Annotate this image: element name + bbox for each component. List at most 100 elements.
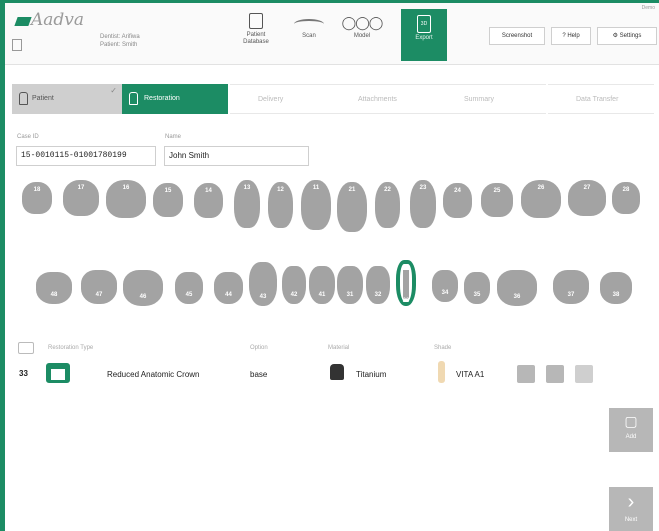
dentist-label: Dentist: Arifiwa: [100, 34, 140, 40]
demo-label: Demo: [641, 5, 655, 11]
name-field[interactable]: John Smith: [164, 146, 309, 166]
folder-icon[interactable]: [18, 342, 34, 354]
tooth-31[interactable]: 31: [337, 266, 363, 304]
logo-mark-icon: [14, 17, 32, 26]
check-icon: ✓: [110, 86, 117, 95]
tooth-number: 28: [622, 187, 630, 193]
tooth-12[interactable]: 12: [268, 182, 293, 228]
tooth-17[interactable]: 17: [63, 180, 99, 216]
tooth-18[interactable]: 18: [22, 182, 52, 214]
tab-data-transfer[interactable]: Data Transfer: [548, 84, 654, 114]
scan-button[interactable]: Scan: [286, 9, 332, 61]
patient-info: Dentist: Arifiwa Patient: Smith: [100, 33, 140, 49]
tooth-number: 27: [583, 185, 591, 191]
gear-icon: ⚙: [612, 33, 620, 39]
tooth-number: 41: [318, 292, 326, 298]
add-button[interactable]: ▢ Add: [609, 408, 653, 452]
row-restoration-type: Reduced Anatomic Crown: [107, 370, 200, 379]
tooth-44[interactable]: 44: [214, 272, 243, 304]
help-button[interactable]: ? Help: [551, 27, 591, 45]
tooth-number: 23: [419, 185, 427, 191]
next-button[interactable]: › Next: [609, 487, 653, 531]
screenshot-button[interactable]: Screenshot: [489, 27, 545, 45]
tooth-34[interactable]: 34: [432, 270, 458, 302]
tooth-number: 14: [205, 188, 212, 194]
tooth-icon: [129, 92, 138, 105]
shade-icon: [438, 361, 445, 383]
tooth-number: 12: [277, 187, 284, 193]
header-shade: Shade: [434, 345, 452, 351]
tooth-number: 35: [473, 292, 481, 298]
tooth-45[interactable]: 45: [175, 272, 203, 304]
tooth-number: 17: [77, 185, 85, 191]
tooth-13[interactable]: 13: [234, 180, 260, 228]
header-restoration-type: Restoration Type: [48, 345, 94, 351]
tooth-37[interactable]: 37: [553, 270, 589, 304]
tooth-number: 31: [346, 292, 354, 298]
case-id-label: Case ID: [17, 134, 39, 140]
patient-label: Patient: Smith: [100, 42, 138, 48]
tooth-38[interactable]: 38: [600, 272, 632, 304]
export-icon: 3D: [417, 15, 431, 33]
row-material: Titanium: [356, 370, 387, 379]
tooth-28[interactable]: 28: [612, 182, 640, 214]
tooth-43[interactable]: 43: [249, 262, 277, 306]
row-shade: VITA A1: [456, 370, 485, 379]
tooth-25[interactable]: 25: [481, 183, 513, 217]
tooth-number: 47: [95, 292, 103, 298]
patient-database-button[interactable]: Patient Database: [233, 9, 279, 61]
tooth-35[interactable]: 35: [464, 272, 490, 304]
panel-icon[interactable]: [12, 39, 22, 51]
patient-icon: [19, 92, 28, 105]
tooth-21[interactable]: 21: [337, 182, 367, 232]
tooth-22[interactable]: 22: [375, 182, 400, 228]
export-button[interactable]: 3D Export: [401, 9, 447, 61]
tooth-32[interactable]: 32: [366, 266, 390, 304]
tooth-number: 46: [139, 294, 147, 300]
options-button[interactable]: [575, 365, 593, 383]
tooth-number: 48: [50, 292, 58, 298]
row-option: base: [250, 370, 268, 379]
tooth-number: 44: [225, 292, 232, 298]
tooth-24[interactable]: 24: [443, 183, 472, 218]
tooth-36[interactable]: 36: [497, 270, 537, 306]
material-icon: [330, 364, 344, 380]
tooth-number: 36: [513, 294, 521, 300]
tab-restoration[interactable]: Restoration: [122, 84, 228, 114]
tooth-14[interactable]: 14: [194, 183, 223, 218]
row-tooth-number: 33: [19, 369, 28, 378]
tooth-11[interactable]: 11: [301, 180, 331, 230]
edit-button[interactable]: [517, 365, 535, 383]
tooth-42[interactable]: 42: [282, 266, 306, 304]
tooth-23[interactable]: 23: [410, 180, 436, 228]
tooth-number: 38: [612, 292, 620, 298]
case-id-field[interactable]: 15-0010115-01001780199: [16, 146, 156, 166]
tab-attachments[interactable]: Attachments: [330, 84, 436, 114]
tooth-46[interactable]: 46: [123, 270, 163, 306]
tooth-number: 42: [290, 292, 298, 298]
tooth-number: 32: [374, 292, 382, 298]
settings-button[interactable]: ⚙ Settings: [597, 27, 657, 45]
tooth-33[interactable]: 33: [396, 260, 416, 306]
tooth-number: 25: [493, 188, 501, 194]
tooth-number: 37: [567, 292, 575, 298]
tooth-48[interactable]: 48: [36, 272, 72, 304]
tooth-number: 26: [537, 185, 545, 191]
tooth-27[interactable]: 27: [568, 180, 606, 216]
tab-patient[interactable]: Patient ✓: [12, 84, 122, 114]
tab-delivery[interactable]: Delivery: [230, 84, 330, 114]
tooth-26[interactable]: 26: [521, 180, 561, 218]
tooth-41[interactable]: 41: [309, 266, 335, 304]
delete-button[interactable]: [546, 365, 564, 383]
chevron-right-icon: ›: [627, 491, 635, 513]
add-tooth-icon: ▢: [624, 413, 638, 429]
tooth-16[interactable]: 16: [106, 180, 146, 218]
tooth-number: 18: [33, 187, 41, 193]
tooth-number: 22: [384, 187, 391, 193]
tooth-15[interactable]: 15: [153, 183, 183, 217]
model-button[interactable]: ◯◯◯ Model: [339, 9, 385, 61]
tooth-number: 16: [122, 185, 130, 191]
tooth-47[interactable]: 47: [81, 270, 117, 304]
tooth-number: 33: [402, 298, 410, 304]
tab-summary[interactable]: Summary: [436, 84, 546, 114]
